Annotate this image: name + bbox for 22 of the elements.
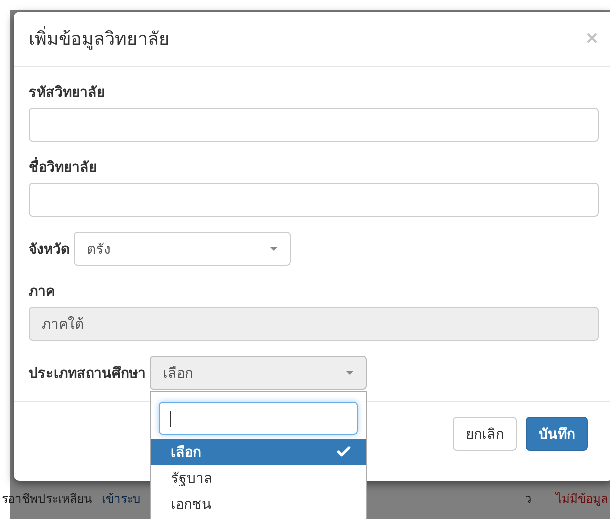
dropdown-option[interactable]: เอกชน — [151, 491, 366, 517]
cancel-button[interactable]: ยกเลิก — [453, 417, 517, 451]
field-label: ภาค — [29, 282, 56, 301]
caret-icon — [270, 247, 278, 251]
save-button[interactable]: บันทึก — [526, 417, 588, 451]
modal-title: เพิ่มข้อมูลวิทยาลัย — [29, 26, 170, 52]
select-field[interactable]: เลือก — [150, 356, 367, 390]
field-label: ประเภทสถานศึกษา — [29, 364, 146, 382]
field-label: รหัสวิทยาลัย — [29, 83, 106, 102]
select-field[interactable]: ตรัง — [74, 232, 291, 266]
text-input[interactable] — [29, 108, 599, 142]
search-field[interactable] — [159, 402, 358, 435]
dropdown-option[interactable]: เลือก — [151, 439, 366, 465]
page-text[interactable]: เข้าระบ — [102, 490, 141, 508]
caret-icon — [346, 371, 354, 375]
text-input[interactable] — [29, 183, 599, 217]
region-field[interactable]: ภาคใต้ — [29, 307, 599, 341]
field-label: ชื่อวิทยาลัย — [29, 157, 98, 177]
dropdown-option[interactable]: รัฐบาล — [151, 465, 366, 491]
page-text: ไม่มีข้อมูล — [556, 491, 608, 508]
page-text: ว — [525, 491, 532, 508]
field-label: จังหวัด — [29, 240, 70, 258]
